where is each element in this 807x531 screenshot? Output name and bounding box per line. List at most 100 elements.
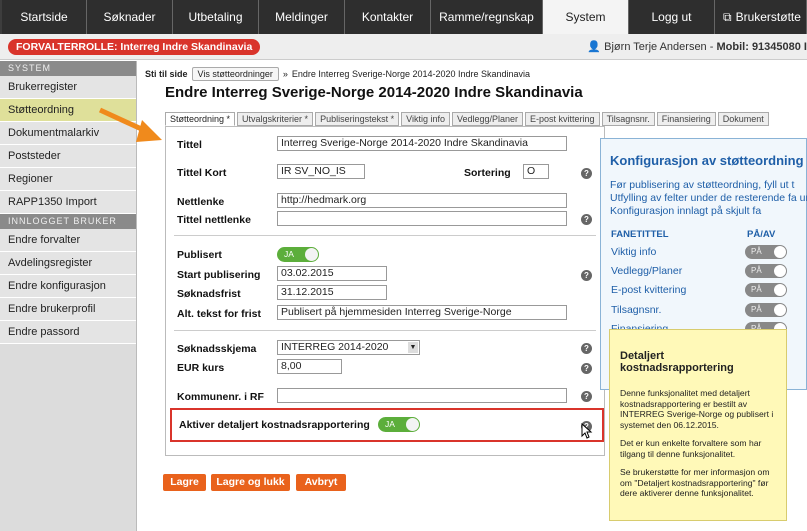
sidebar-item-avdelingsregister[interactable]: Avdelingsregister (0, 252, 136, 275)
kommunenr-input[interactable] (277, 388, 567, 403)
sidebar-header-system: SYSTEM (0, 61, 136, 76)
alt-tekst-label: Alt. tekst for frist (177, 308, 262, 320)
user-icon: 👤 (587, 41, 602, 53)
breadcrumb: Sti til side Vis støtteordninger » Endre… (145, 67, 530, 81)
tooltip-paragraph: Denne funksjonalitet med detaljert kostn… (620, 388, 774, 430)
tab-epost-kvittering[interactable]: E-post kvittering (525, 112, 600, 126)
nav-tab-brukerstotte[interactable]: ⧉ Brukerstøtte (715, 0, 807, 34)
config-toggle-label: PÅ (751, 266, 762, 275)
sortering-input[interactable]: O (523, 164, 549, 179)
tooltip-paragraph: Se brukerstøtte for mer informasjon om o… (620, 467, 770, 498)
toggle-knob (774, 304, 786, 316)
page-title: Endre Interreg Sverige-Norge 2014-2020 I… (165, 84, 583, 101)
tab-dokument[interactable]: Dokument (717, 112, 769, 126)
config-col-fanetittel: FANETITTEL (611, 229, 669, 240)
help-tooltip: Detaljert kostnadsrapportering Denne fun… (609, 329, 787, 521)
nav-tab-logg-ut[interactable]: Logg ut (629, 0, 715, 34)
sidebar-item-endre-konfigurasjon[interactable]: Endre konfigurasjon (0, 275, 136, 298)
mobile-label: Mobil: (716, 41, 749, 53)
tittel-kort-input[interactable]: IR SV_NO_IS (277, 164, 365, 179)
config-toggle[interactable]: PÅ (745, 245, 787, 259)
tittel-nettlenke-input[interactable] (277, 211, 567, 226)
start-publisering-input[interactable]: 03.02.2015 (277, 266, 387, 281)
tittel-kort-label: Tittel Kort (177, 167, 227, 179)
publisert-toggle-label: JA (284, 249, 294, 259)
config-toggle[interactable]: PÅ (745, 264, 787, 278)
config-col-pa-av: PÅ/AV (747, 229, 776, 240)
sidebar-item-brukerregister[interactable]: Brukerregister (0, 76, 136, 99)
publisert-toggle[interactable]: JA (277, 247, 319, 262)
soknadsfrist-label: Søknadsfrist (177, 288, 241, 300)
user-info: 👤 Bjørn Terje Andersen - Mobil: 91345080… (587, 40, 807, 53)
soknadsfrist-input[interactable]: 31.12.2015 (277, 285, 387, 300)
sidebar-item-endre-brukerprofil[interactable]: Endre brukerprofil (0, 298, 136, 321)
vis-stotteordninger-button[interactable]: Vis støtteordninger (191, 67, 279, 81)
form-tabs: Støtteordning * Utvalgskriterier * Publi… (165, 112, 769, 126)
eur-kurs-label: EUR kurs (177, 362, 225, 374)
tab-utvalgskriterier[interactable]: Utvalgskriterier * (237, 112, 314, 126)
config-toggle[interactable]: PÅ (745, 303, 787, 317)
sortering-label: Sortering (464, 167, 511, 179)
breadcrumb-current: Endre Interreg Sverige-Norge 2014-2020 I… (291, 69, 531, 79)
sidebar-item-rapp1350[interactable]: RAPP1350 Import (0, 191, 136, 214)
config-text: Før publisering av støtteordning, fyll u… (610, 179, 807, 217)
tooltip-title: Detaljert kostnadsrapportering (620, 350, 734, 374)
tab-publiseringstekst[interactable]: Publiseringstekst * (315, 112, 400, 126)
config-toggle-label: PÅ (751, 305, 762, 314)
sidebar-item-endre-passord[interactable]: Endre passord (0, 321, 136, 344)
config-row-viktig-info: Viktig info (611, 246, 657, 258)
avbryt-button[interactable]: Avbryt (296, 474, 346, 491)
stotteordning-form: Tittel Interreg Sverige-Norge 2014-2020 … (165, 126, 605, 456)
help-icon-kommune[interactable]: ? (581, 391, 592, 402)
kommunenr-label: Kommunenr. i RF (177, 391, 264, 403)
toggle-knob (774, 284, 786, 296)
nav-tab-startside[interactable]: Startside (2, 0, 87, 34)
nav-tab-system[interactable]: System (543, 0, 629, 34)
toggle-knob (305, 248, 318, 261)
nav-tab-utbetaling[interactable]: Utbetaling (173, 0, 259, 34)
tittel-input[interactable]: Interreg Sverige-Norge 2014-2020 Indre S… (277, 136, 567, 151)
lagre-button[interactable]: Lagre (163, 474, 206, 491)
toggle-knob (774, 265, 786, 277)
breadcrumb-prefix: Sti til side (145, 69, 188, 79)
lagre-og-lukk-button[interactable]: Lagre og lukk (211, 474, 290, 491)
chevron-down-icon: ▼ (408, 342, 418, 353)
sidebar-header-user: INNLOGGET BRUKER (0, 214, 136, 229)
alt-tekst-input[interactable]: Publisert på hjemmesiden Interreg Sverig… (277, 305, 567, 320)
nettlenke-input[interactable]: http://hedmark.org (277, 193, 567, 208)
help-icon-eur[interactable]: ? (581, 363, 592, 374)
help-icon-tittel-kort[interactable]: ? (581, 168, 592, 179)
divider (174, 235, 596, 236)
config-title: Konfigurasjon av støtteordning (610, 153, 804, 168)
soknadsskjema-value: INTERREG 2014-2020 (281, 341, 389, 353)
tab-vedlegg-planer[interactable]: Vedlegg/Planer (451, 112, 524, 126)
publisert-label: Publisert (177, 249, 222, 261)
tab-stotteordning[interactable]: Støtteordning * (165, 112, 236, 126)
tab-finansiering[interactable]: Finansiering (656, 112, 716, 126)
nav-tab-meldinger[interactable]: Meldinger (259, 0, 345, 34)
annotation-arrow-icon (98, 107, 162, 142)
top-navigation: Startside Søknader Utbetaling Meldinger … (0, 0, 807, 34)
nav-tab-soknader[interactable]: Søknader (87, 0, 173, 34)
sidebar-item-poststeder[interactable]: Poststeder (0, 145, 136, 168)
sidebar-item-regioner[interactable]: Regioner (0, 168, 136, 191)
tab-tilsagnsnr[interactable]: Tilsagnsnr. (601, 112, 655, 126)
config-toggle[interactable]: PÅ (745, 283, 787, 297)
external-link-icon: ⧉ (723, 9, 732, 24)
tittel-label: Tittel (177, 139, 202, 151)
eur-kurs-input[interactable]: 8,00 (277, 359, 342, 374)
config-toggle-label: PÅ (751, 285, 762, 294)
nav-tab-kontakter[interactable]: Kontakter (345, 0, 431, 34)
soknadsskjema-select[interactable]: INTERREG 2014-2020 ▼ (277, 340, 420, 355)
tab-viktig-info[interactable]: Viktig info (401, 112, 450, 126)
config-row-tilsagnsnr: Tilsagnsnr. (611, 304, 662, 316)
config-row-vedlegg: Vedlegg/Planer (611, 265, 683, 277)
help-icon-nettlenke[interactable]: ? (581, 214, 592, 225)
highlight-frame (170, 408, 604, 442)
help-icon-start[interactable]: ? (581, 270, 592, 281)
nav-tab-ramme[interactable]: Ramme/regnskap (431, 0, 543, 34)
start-publisering-label: Start publisering (177, 269, 261, 281)
help-icon-skjema[interactable]: ? (581, 343, 592, 354)
toggle-knob (774, 246, 786, 258)
sidebar-item-endre-forvalter[interactable]: Endre forvalter (0, 229, 136, 252)
